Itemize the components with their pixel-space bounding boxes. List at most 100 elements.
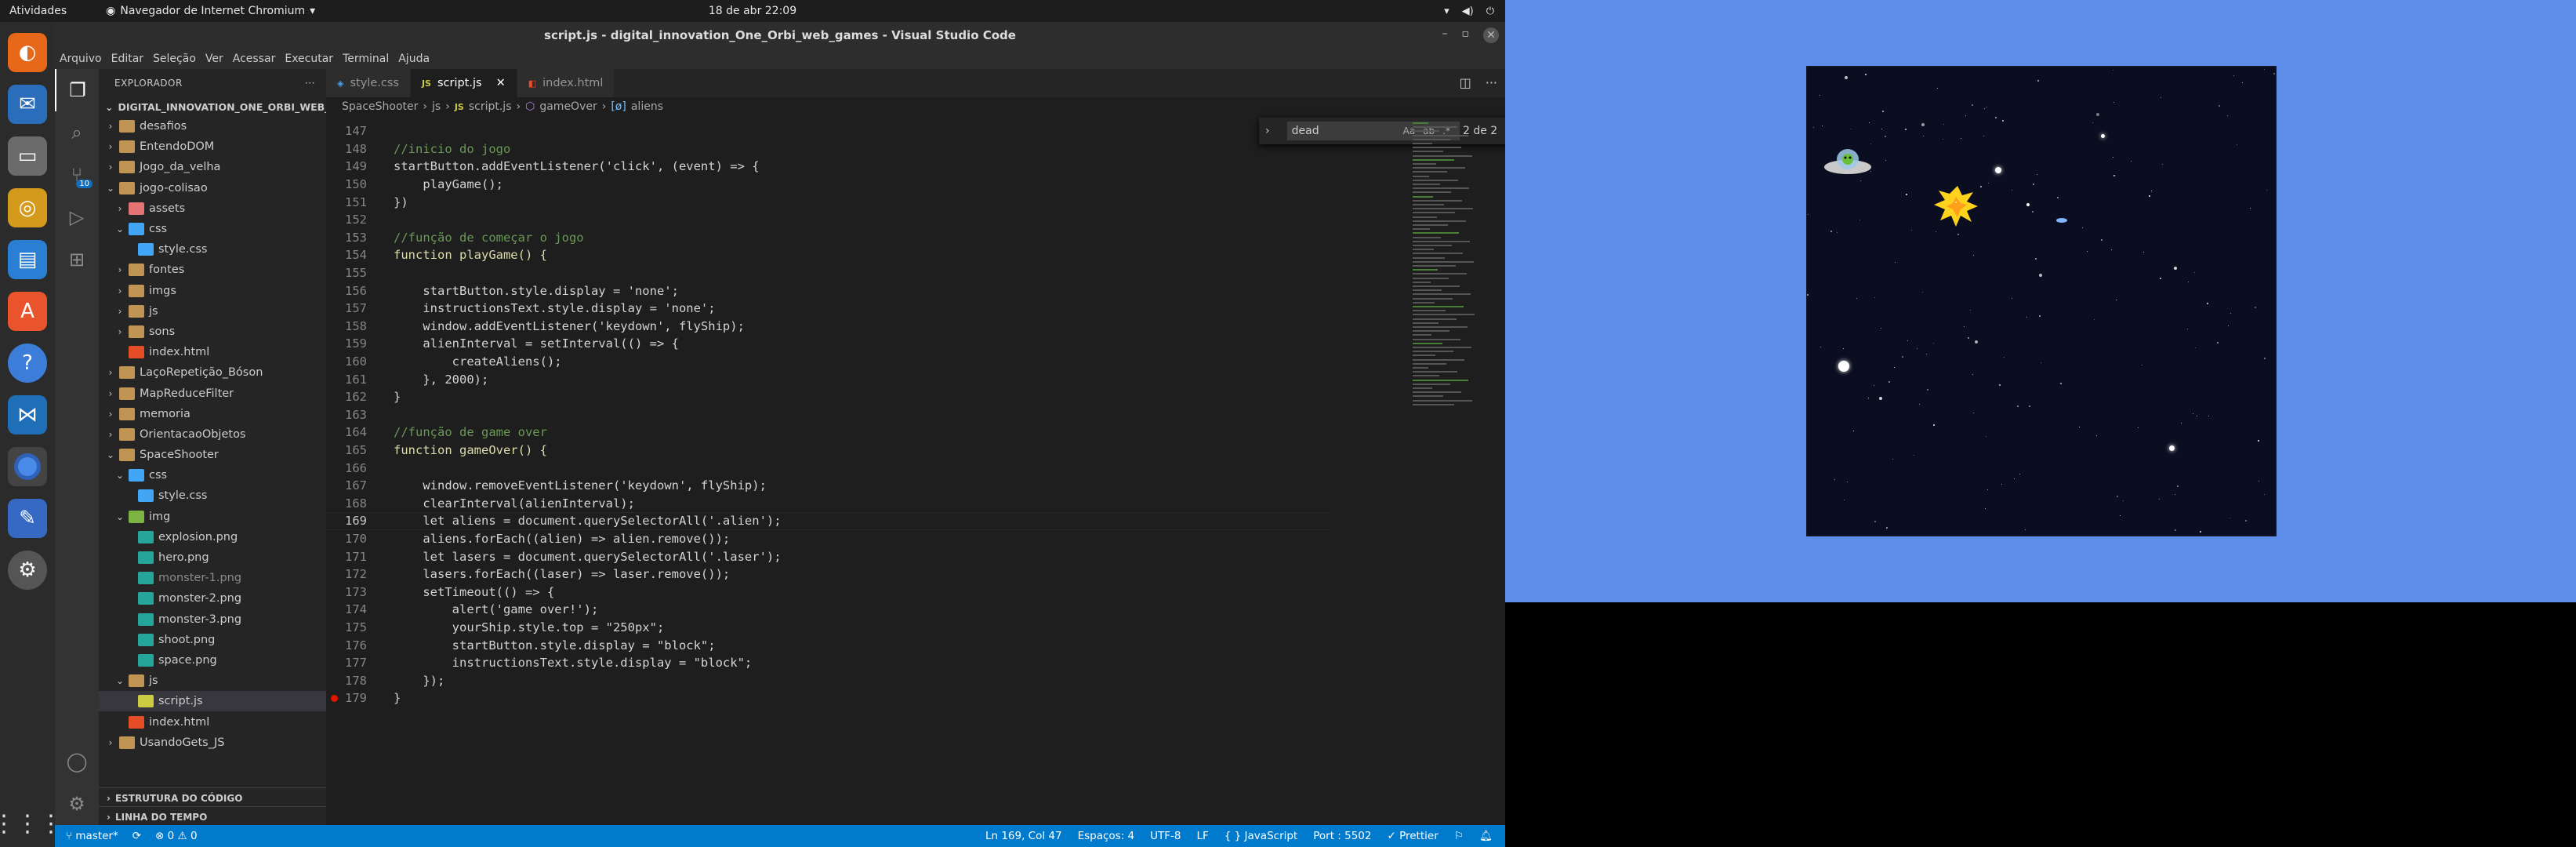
vscode-icon[interactable]: ⋈: [8, 395, 47, 434]
tree-item[interactable]: › OrientacaoObjetos: [99, 424, 326, 445]
tree-item[interactable]: ⌄ jogo-colisao: [99, 178, 326, 198]
activities-button[interactable]: Atividades: [9, 5, 67, 17]
menu-terminal[interactable]: Terminal: [343, 53, 389, 65]
code-line[interactable]: 161 }, 2000);: [326, 370, 1330, 388]
code-line[interactable]: 173 setTimeout(() => {: [326, 583, 1330, 601]
tree-item[interactable]: › memoria: [99, 404, 326, 424]
tree-item[interactable]: ⌄ css: [99, 465, 326, 485]
tree-item[interactable]: › sons: [99, 322, 326, 342]
tree-item[interactable]: ⌄ SpaceShooter: [99, 445, 326, 465]
manage-gear-icon[interactable]: ⚙: [55, 783, 99, 825]
tree-item[interactable]: monster-2.png: [99, 588, 326, 609]
code-line[interactable]: 153 //função de começar o jogo: [326, 229, 1330, 247]
tree-item[interactable]: hero.png: [99, 547, 326, 568]
chromium-dock-icon[interactable]: [8, 447, 47, 486]
code-line[interactable]: 172 lasers.forEach((laser) => laser.remo…: [326, 565, 1330, 583]
close-tab-icon[interactable]: ✕: [496, 77, 506, 89]
more-actions-icon[interactable]: ···: [305, 78, 315, 89]
notifications-bell-icon[interactable]: 🔔︎: [1479, 830, 1493, 842]
workspace-root[interactable]: ⌄ DIGITAL_INNOVATION_ONE_ORBI_WEB_G...: [99, 97, 349, 116]
feedback-icon[interactable]: ⚐: [1454, 830, 1464, 842]
code-line[interactable]: 163: [326, 406, 1330, 424]
tree-item[interactable]: monster-1.png: [99, 568, 326, 588]
run-debug-icon[interactable]: ▷: [55, 196, 99, 238]
firefox-icon[interactable]: ◐: [8, 33, 47, 72]
search-icon[interactable]: ⌕: [55, 111, 99, 154]
code-editor[interactable]: 147 148 //inicio do jogo 149 startButton.add…: [326, 122, 1330, 707]
menu-file[interactable]: Arquivo: [60, 53, 102, 65]
tree-item[interactable]: › LaçoRepetição_Bóson: [99, 362, 326, 383]
software-center-icon[interactable]: A: [8, 292, 47, 331]
indentation[interactable]: Espaços: 4: [1078, 830, 1135, 842]
tree-item[interactable]: ⌄ img: [99, 507, 326, 527]
tree-item[interactable]: › MapReduceFilter: [99, 383, 326, 403]
tree-item[interactable]: › EntendoDOM: [99, 136, 326, 157]
encoding[interactable]: UTF-8: [1150, 830, 1181, 842]
show-applications-icon[interactable]: ⋮⋮⋮: [0, 810, 63, 838]
close-window-icon[interactable]: ✕: [1483, 27, 1499, 43]
code-line[interactable]: 166: [326, 459, 1330, 477]
language-mode[interactable]: { } JavaScript: [1225, 830, 1297, 842]
maximize-icon[interactable]: ▫: [1462, 27, 1470, 43]
tree-item[interactable]: shoot.png: [99, 630, 326, 650]
code-line[interactable]: 170 aliens.forEach((alien) => alien.remo…: [326, 530, 1330, 548]
code-line[interactable]: 150 playGame();: [326, 176, 1330, 194]
tree-item[interactable]: script.js: [99, 691, 326, 712]
code-line[interactable]: 159 alienInterval = setInterval(() => {: [326, 335, 1330, 353]
code-line[interactable]: 174 alert('game over!');: [326, 601, 1330, 619]
app-menu[interactable]: ◉ Navegador de Internet Chromium ▾: [106, 5, 315, 17]
breadcrumb-item[interactable]: js: [432, 100, 441, 113]
rhythmbox-icon[interactable]: ◎: [8, 188, 47, 227]
breadcrumb-item[interactable]: script.js: [469, 100, 512, 113]
clock[interactable]: 18 de abr 22:09: [709, 5, 796, 17]
code-line[interactable]: 147: [326, 122, 1330, 140]
tree-item[interactable]: ⌄ css: [99, 219, 326, 239]
source-control-icon[interactable]: ⑂ 10: [55, 154, 99, 196]
code-line[interactable]: 178 });: [326, 671, 1330, 689]
tree-item[interactable]: › js: [99, 301, 326, 322]
live-server-port[interactable]: Port : 5502: [1313, 830, 1371, 842]
menu-help[interactable]: Ajuda: [398, 53, 430, 65]
code-line[interactable]: 165 function gameOver() {: [326, 442, 1330, 460]
game-canvas[interactable]: [1806, 66, 2277, 536]
code-line[interactable]: 156 startButton.style.display = 'none';: [326, 282, 1330, 300]
tree-item[interactable]: index.html: [99, 342, 326, 362]
minimize-icon[interactable]: –: [1442, 27, 1448, 43]
menu-view[interactable]: Ver: [205, 53, 223, 65]
breadcrumb-item[interactable]: aliens: [631, 100, 663, 113]
tree-item[interactable]: › fontes: [99, 260, 326, 280]
tree-item[interactable]: › Jogo_da_velha: [99, 157, 326, 177]
code-line[interactable]: 171 let lasers = document.querySelectorA…: [326, 547, 1330, 565]
branch-indicator[interactable]: ⑂ master*: [66, 830, 118, 842]
tree-item[interactable]: explosion.png: [99, 527, 326, 547]
code-line[interactable]: 160 createAliens();: [326, 353, 1330, 371]
menu-run[interactable]: Executar: [285, 53, 333, 65]
sync-icon[interactable]: ⟳: [132, 830, 141, 842]
code-line[interactable]: 179}: [326, 689, 1330, 707]
thunderbird-icon[interactable]: ✉: [8, 85, 47, 124]
tree-item[interactable]: style.css: [99, 485, 326, 506]
files-icon[interactable]: ▭: [8, 136, 47, 176]
cursor-position[interactable]: Ln 169, Col 47: [985, 830, 1062, 842]
help-icon[interactable]: ?: [8, 344, 47, 383]
explorer-icon[interactable]: ❐: [55, 69, 99, 111]
tree-item[interactable]: style.css: [99, 239, 326, 260]
tree-item[interactable]: › imgs: [99, 281, 326, 301]
code-line[interactable]: 169 let aliens = document.querySelectorA…: [326, 512, 1330, 530]
menu-selection[interactable]: Seleção: [153, 53, 196, 65]
settings-icon[interactable]: ⚙: [8, 551, 47, 590]
tree-item[interactable]: › UsandoGets_JS: [99, 732, 326, 753]
code-line[interactable]: 168 clearInterval(alienInterval);: [326, 494, 1330, 512]
tree-item[interactable]: space.png: [99, 650, 326, 671]
code-line[interactable]: 154 function playGame() {: [326, 246, 1330, 264]
tab-style-css[interactable]: ◈ style.css: [326, 69, 411, 97]
code-line[interactable]: 176 startButton.style.display = "block";: [326, 636, 1330, 654]
code-line[interactable]: 164 //função de game over: [326, 424, 1330, 442]
code-line[interactable]: 152: [326, 211, 1330, 229]
code-line[interactable]: 175 yourShip.style.top = "250px";: [326, 619, 1330, 637]
tree-item[interactable]: index.html: [99, 711, 326, 732]
minimap[interactable]: [1413, 122, 1491, 420]
menu-edit[interactable]: Editar: [111, 53, 143, 65]
text-editor-icon[interactable]: ✎: [8, 499, 47, 538]
code-line[interactable]: 158 window.addEventListener('keydown', f…: [326, 318, 1330, 336]
